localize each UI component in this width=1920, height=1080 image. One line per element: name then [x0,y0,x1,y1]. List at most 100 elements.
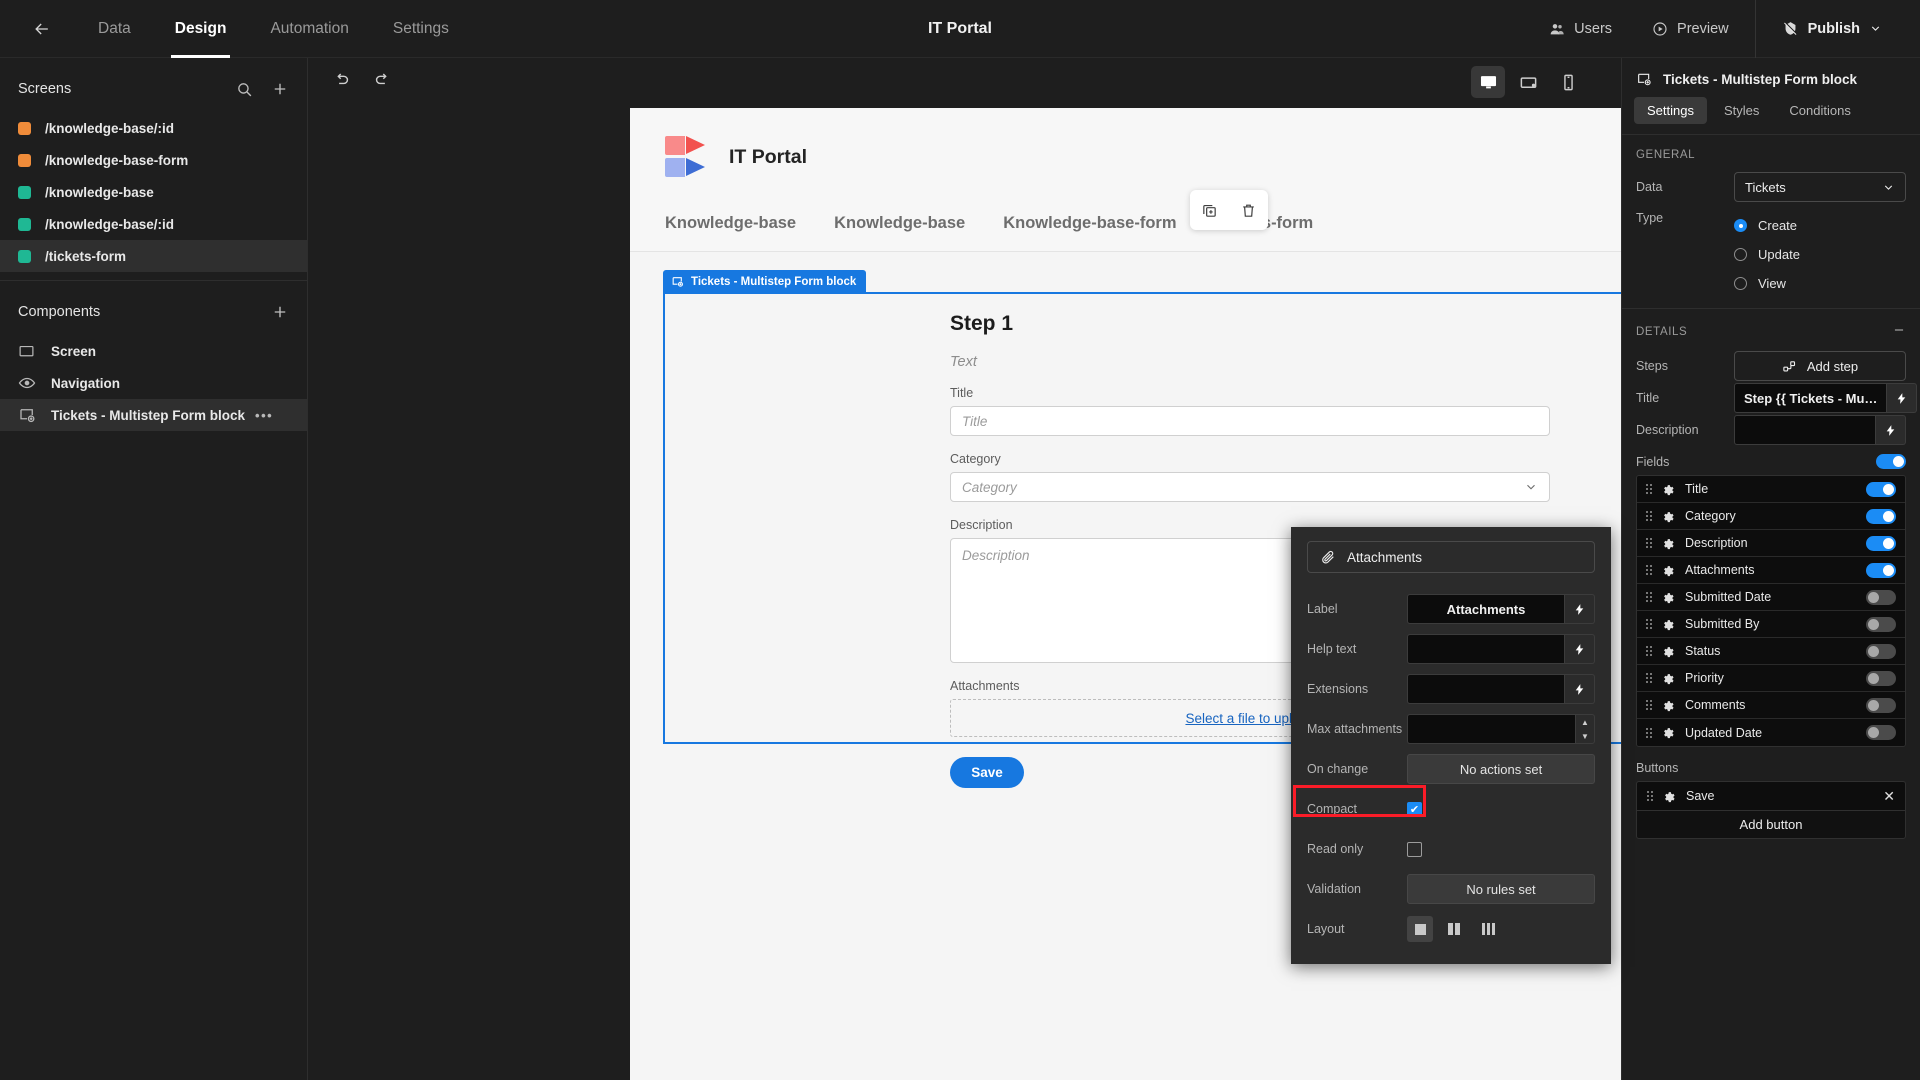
tab-settings[interactable]: Settings [1634,97,1707,124]
sidebar-screen-0[interactable]: /knowledge-base/:id [0,112,307,144]
field-row-priority[interactable]: Priority [1637,665,1905,692]
tab-conditions[interactable]: Conditions [1776,97,1863,124]
field-toggle[interactable] [1866,562,1896,578]
fields-toggle[interactable] [1876,454,1906,469]
gear-icon[interactable] [1661,645,1674,658]
remove-button-icon[interactable]: ✕ [1883,788,1895,805]
drag-handle-icon[interactable] [1646,511,1652,521]
tab-automation[interactable]: Automation [248,0,370,58]
drag-handle-icon[interactable] [1646,538,1652,548]
field-toggle[interactable] [1866,643,1896,659]
drag-handle-icon[interactable] [1647,791,1653,801]
sidebar-screen-2[interactable]: /knowledge-base [0,176,307,208]
description-binding-icon[interactable] [1876,415,1906,445]
tab-data[interactable]: Data [76,0,153,58]
drag-handle-icon[interactable] [1646,484,1652,494]
stepper-up-icon[interactable]: ▲ [1576,715,1594,729]
gear-icon[interactable] [1661,591,1674,604]
component-menu-icon[interactable]: ••• [255,408,273,423]
type-option-view[interactable]: View [1734,269,1906,298]
sidebar-component-navigation[interactable]: Navigation [0,367,307,399]
field-row-category[interactable]: Category [1637,503,1905,530]
gear-icon[interactable] [1661,699,1674,712]
radio-create[interactable] [1734,219,1747,232]
sidebar-screen-tickets-form[interactable]: /tickets-form [0,240,307,272]
drag-handle-icon[interactable] [1646,673,1652,683]
add-button-button[interactable]: Add button [1636,810,1906,839]
field-toggle[interactable] [1866,670,1896,686]
device-tablet-button[interactable] [1511,66,1545,98]
on-change-button[interactable]: No actions set [1407,754,1595,784]
gear-icon[interactable] [1661,483,1674,496]
field-toggle[interactable] [1866,616,1896,632]
tab-design[interactable]: Design [153,0,249,58]
site-nav-link-2[interactable]: Knowledge-base-form [1003,214,1176,233]
back-button[interactable] [22,9,62,49]
description-input[interactable] [1734,415,1876,445]
gear-icon[interactable] [1661,726,1674,739]
gear-icon[interactable] [1661,510,1674,523]
drag-handle-icon[interactable] [1646,727,1652,738]
title-input[interactable]: Title [950,406,1550,436]
layout-one-column-button[interactable] [1407,916,1433,942]
form-save-button[interactable]: Save [950,757,1024,788]
help-text-input[interactable] [1407,634,1565,664]
tab-settings[interactable]: Settings [371,0,471,58]
site-nav-link-1[interactable]: Knowledge-base [834,214,965,233]
max-attachments-input[interactable] [1407,714,1575,744]
site-nav-link-0[interactable]: Knowledge-base [665,214,796,233]
button-row-save[interactable]: Save ✕ [1636,781,1906,810]
delete-icon[interactable] [1240,202,1257,219]
extensions-binding-icon[interactable] [1565,674,1595,704]
field-row-updated-date[interactable]: Updated Date [1637,719,1905,746]
label-input[interactable]: Attachments [1407,594,1565,624]
category-select[interactable]: Category [950,472,1550,502]
selected-block-tag[interactable]: Tickets - Multistep Form block [663,270,867,293]
device-desktop-button[interactable] [1471,66,1505,98]
sidebar-screen-3[interactable]: /knowledge-base/:id [0,208,307,240]
publish-button[interactable]: Publish [1762,0,1902,58]
field-row-status[interactable]: Status [1637,638,1905,665]
field-row-description[interactable]: Description [1637,530,1905,557]
help-binding-icon[interactable] [1565,634,1595,664]
users-button[interactable]: Users [1529,0,1632,58]
label-binding-icon[interactable] [1565,594,1595,624]
field-row-attachments[interactable]: Attachments [1637,557,1905,584]
add-screen-icon[interactable] [271,80,289,98]
gear-icon[interactable] [1661,537,1674,550]
field-toggle[interactable] [1866,589,1896,605]
stepper-down-icon[interactable]: ▼ [1576,729,1594,743]
sidebar-component-multistep-form[interactable]: Tickets - Multistep Form block ••• [0,399,307,431]
layout-three-column-button[interactable] [1475,916,1501,942]
field-toggle[interactable] [1866,508,1896,524]
field-toggle[interactable] [1866,697,1896,713]
sidebar-component-screen[interactable]: Screen [0,335,307,367]
field-row-title[interactable]: Title [1637,476,1905,503]
drag-handle-icon[interactable] [1646,592,1652,602]
duplicate-icon[interactable] [1201,202,1218,219]
field-row-comments[interactable]: Comments [1637,692,1905,719]
read-only-checkbox[interactable] [1407,841,1422,857]
field-toggle[interactable] [1866,725,1896,740]
extensions-input[interactable] [1407,674,1565,704]
type-option-create[interactable]: Create [1734,211,1906,240]
device-mobile-button[interactable] [1551,66,1585,98]
drag-handle-icon[interactable] [1646,646,1652,656]
sidebar-screen-1[interactable]: /knowledge-base-form [0,144,307,176]
gear-icon[interactable] [1661,672,1674,685]
radio-view[interactable] [1734,277,1747,290]
type-option-update[interactable]: Update [1734,240,1906,269]
compact-checkbox[interactable]: ✔ [1407,801,1422,817]
field-toggle[interactable] [1866,481,1896,497]
gear-icon[interactable] [1661,618,1674,631]
drag-handle-icon[interactable] [1646,700,1652,710]
field-row-submitted-date[interactable]: Submitted Date [1637,584,1905,611]
layout-two-column-button[interactable] [1441,916,1467,942]
add-component-icon[interactable] [271,303,289,321]
field-row-submitted-by[interactable]: Submitted By [1637,611,1905,638]
drag-handle-icon[interactable] [1646,565,1652,575]
title-binding-icon[interactable] [1887,383,1918,413]
undo-icon[interactable] [332,70,351,89]
gear-icon[interactable] [1661,564,1674,577]
title-input[interactable]: Step {{ Tickets - Mu… [1734,383,1888,413]
